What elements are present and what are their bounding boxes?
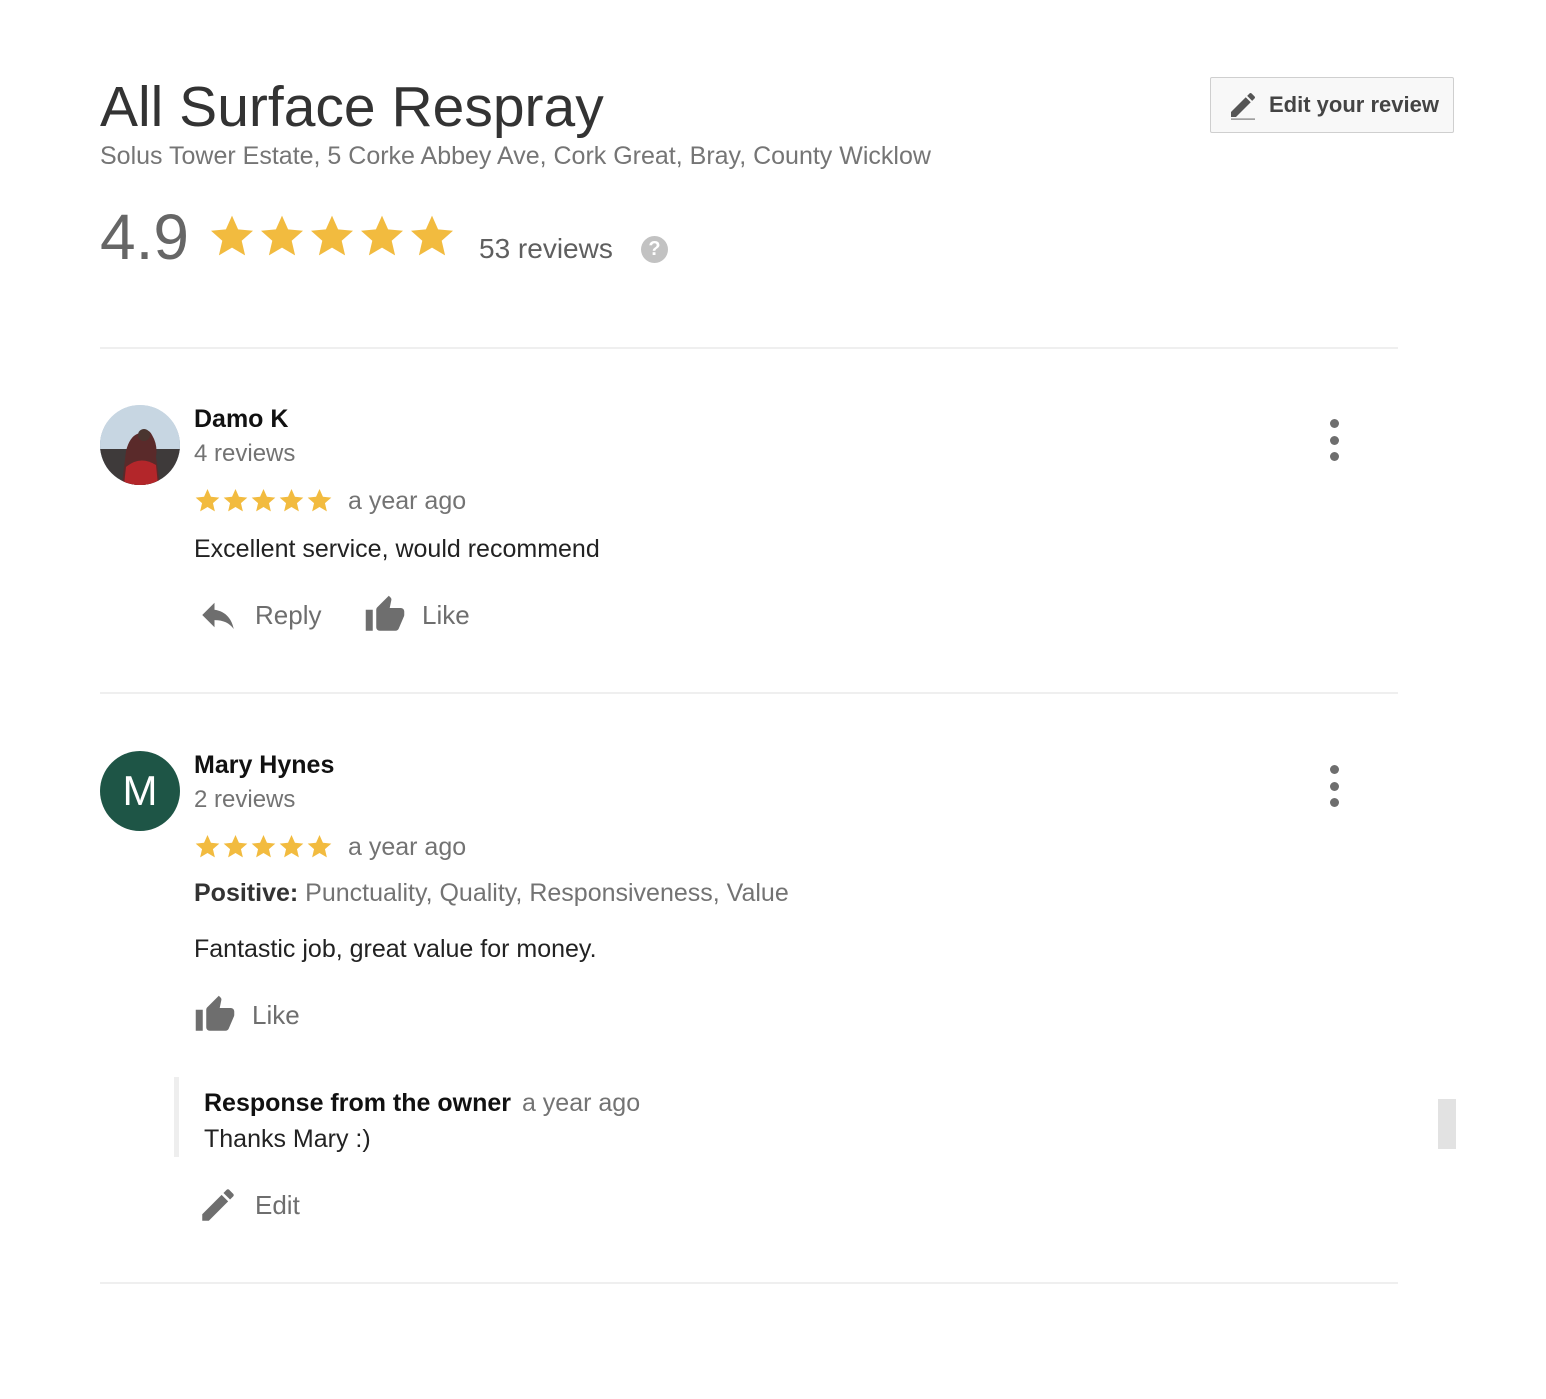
owner-response-title: Response from the owner a year ago <box>204 1089 640 1118</box>
reply-button[interactable]: Reply <box>197 594 321 636</box>
star-icon <box>278 487 305 514</box>
pencil-icon <box>1231 92 1256 120</box>
review-stars <box>194 833 333 860</box>
star-icon <box>250 487 277 514</box>
star-icon <box>306 833 333 860</box>
more-options-icon[interactable] <box>1320 765 1348 807</box>
star-icon <box>258 212 306 260</box>
star-icon <box>278 833 305 860</box>
star-icon <box>208 212 256 260</box>
star-icon <box>358 212 406 260</box>
thumbs-up-icon <box>194 994 236 1036</box>
review-time: a year ago <box>348 487 467 515</box>
star-icon <box>222 833 249 860</box>
like-label: Like <box>422 599 470 630</box>
scrollbar-thumb[interactable] <box>1438 1099 1456 1149</box>
reviewer-review-count[interactable]: 4 reviews <box>194 440 295 468</box>
positive-attributes: Positive: Punctuality, Quality, Responsi… <box>194 879 789 908</box>
reply-icon <box>197 594 239 636</box>
owner-response-text: Thanks Mary :) <box>204 1125 371 1153</box>
thumbs-up-icon <box>364 594 406 636</box>
review-stars <box>194 487 333 514</box>
reply-label: Reply <box>255 599 322 630</box>
reviewer-review-count[interactable]: 2 reviews <box>194 786 295 814</box>
owner-response-heading: Response from the owner <box>204 1089 511 1117</box>
total-review-count[interactable]: 53 reviews <box>479 232 613 266</box>
review-text: Excellent service, would recommend <box>194 535 600 563</box>
average-rating-stars <box>208 212 456 260</box>
star-icon <box>306 487 333 514</box>
like-button[interactable]: Like <box>194 994 300 1036</box>
positive-values: Punctuality, Quality, Responsiveness, Va… <box>305 879 789 907</box>
review-text: Fantastic job, great value for money. <box>194 935 597 963</box>
star-icon <box>194 487 221 514</box>
pencil-icon <box>197 1184 239 1226</box>
like-button[interactable]: Like <box>364 594 470 636</box>
reviewer-name[interactable]: Mary Hynes <box>194 751 334 780</box>
more-options-icon[interactable] <box>1320 419 1348 461</box>
star-icon <box>408 212 456 260</box>
star-icon <box>308 212 356 260</box>
avatar[interactable] <box>100 405 180 485</box>
business-name: All Surface Respray <box>100 75 604 139</box>
edit-your-review-button[interactable]: Edit your review <box>1210 77 1454 133</box>
avatar-photo <box>100 405 180 485</box>
divider <box>100 692 1398 694</box>
avatar[interactable]: M <box>100 751 180 831</box>
divider <box>100 1282 1398 1284</box>
positive-label: Positive: <box>194 879 299 907</box>
reviewer-name[interactable]: Damo K <box>194 405 288 434</box>
star-icon <box>194 833 221 860</box>
help-icon[interactable]: ? <box>641 236 668 263</box>
review-time: a year ago <box>348 833 467 861</box>
star-icon <box>250 833 277 860</box>
edit-your-review-label: Edit your review <box>1269 92 1439 117</box>
edit-response-button[interactable]: Edit <box>197 1184 300 1226</box>
divider <box>100 347 1398 349</box>
edit-label: Edit <box>255 1189 300 1220</box>
like-label: Like <box>252 999 300 1030</box>
owner-response-time: a year ago <box>521 1089 641 1117</box>
star-icon <box>222 487 249 514</box>
average-rating: 4.9 <box>100 201 189 273</box>
business-address: Solus Tower Estate, 5 Corke Abbey Ave, C… <box>100 142 931 170</box>
